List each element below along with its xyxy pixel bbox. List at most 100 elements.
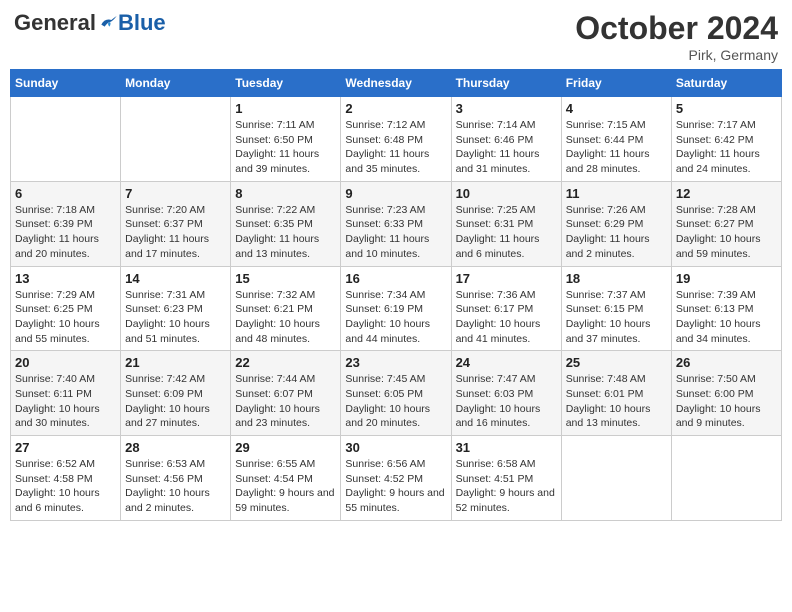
day-number: 27 — [15, 440, 116, 455]
day-number: 1 — [235, 101, 336, 116]
calendar-cell: 10 Sunrise: 7:25 AM Sunset: 6:31 PM Dayli… — [451, 181, 561, 266]
day-info: Sunrise: 7:23 AM Sunset: 6:33 PM Dayligh… — [345, 203, 446, 262]
calendar-cell: 30 Sunrise: 6:56 AM Sunset: 4:52 PM Dayli… — [341, 436, 451, 521]
day-number: 6 — [15, 186, 116, 201]
day-info: Sunrise: 7:42 AM Sunset: 6:09 PM Dayligh… — [125, 372, 226, 431]
calendar-cell: 18 Sunrise: 7:37 AM Sunset: 6:15 PM Dayli… — [561, 266, 671, 351]
day-number: 8 — [235, 186, 336, 201]
day-number: 3 — [456, 101, 557, 116]
day-info: Sunrise: 7:22 AM Sunset: 6:35 PM Dayligh… — [235, 203, 336, 262]
day-info: Sunrise: 6:56 AM Sunset: 4:52 PM Dayligh… — [345, 457, 446, 516]
calendar-cell: 25 Sunrise: 7:48 AM Sunset: 6:01 PM Dayli… — [561, 351, 671, 436]
day-number: 11 — [566, 186, 667, 201]
day-info: Sunrise: 7:48 AM Sunset: 6:01 PM Dayligh… — [566, 372, 667, 431]
calendar-cell: 14 Sunrise: 7:31 AM Sunset: 6:23 PM Dayli… — [121, 266, 231, 351]
day-info: Sunrise: 7:32 AM Sunset: 6:21 PM Dayligh… — [235, 288, 336, 347]
calendar: SundayMondayTuesdayWednesdayThursdayFrid… — [10, 69, 782, 521]
calendar-cell: 21Sunrise: 7:42 AM Sunset: 6:09 PM Dayli… — [121, 351, 231, 436]
calendar-cell — [11, 97, 121, 182]
day-info: Sunrise: 7:11 AM Sunset: 6:50 PM Dayligh… — [235, 118, 336, 177]
day-info: Sunrise: 7:18 AM Sunset: 6:39 PM Dayligh… — [15, 203, 116, 262]
header-day-saturday: Saturday — [671, 70, 781, 97]
day-number: 4 — [566, 101, 667, 116]
calendar-cell: 20Sunrise: 7:40 AM Sunset: 6:11 PM Dayli… — [11, 351, 121, 436]
header-day-friday: Friday — [561, 70, 671, 97]
day-number: 15 — [235, 271, 336, 286]
day-number: 23 — [345, 355, 446, 370]
day-number: 26 — [676, 355, 777, 370]
day-number: 9 — [345, 186, 446, 201]
logo: General Blue — [14, 10, 166, 36]
day-number: 22 — [235, 355, 336, 370]
calendar-header: SundayMondayTuesdayWednesdayThursdayFrid… — [11, 70, 782, 97]
day-number: 5 — [676, 101, 777, 116]
day-number: 30 — [345, 440, 446, 455]
calendar-cell: 29Sunrise: 6:55 AM Sunset: 4:54 PM Dayli… — [231, 436, 341, 521]
day-number: 14 — [125, 271, 226, 286]
header-day-tuesday: Tuesday — [231, 70, 341, 97]
calendar-cell: 17 Sunrise: 7:36 AM Sunset: 6:17 PM Dayli… — [451, 266, 561, 351]
header-day-sunday: Sunday — [11, 70, 121, 97]
day-info: Sunrise: 7:34 AM Sunset: 6:19 PM Dayligh… — [345, 288, 446, 347]
day-info: Sunrise: 7:50 AM Sunset: 6:00 PM Dayligh… — [676, 372, 777, 431]
day-info: Sunrise: 7:25 AM Sunset: 6:31 PM Dayligh… — [456, 203, 557, 262]
header-day-monday: Monday — [121, 70, 231, 97]
calendar-cell: 3 Sunrise: 7:14 AM Sunset: 6:46 PM Daylig… — [451, 97, 561, 182]
calendar-cell — [561, 436, 671, 521]
week-row-2: 6 Sunrise: 7:18 AM Sunset: 6:39 PM Daylig… — [11, 181, 782, 266]
day-info: Sunrise: 7:26 AM Sunset: 6:29 PM Dayligh… — [566, 203, 667, 262]
day-info: Sunrise: 7:37 AM Sunset: 6:15 PM Dayligh… — [566, 288, 667, 347]
day-info: Sunrise: 7:40 AM Sunset: 6:11 PM Dayligh… — [15, 372, 116, 431]
calendar-cell: 22Sunrise: 7:44 AM Sunset: 6:07 PM Dayli… — [231, 351, 341, 436]
day-info: Sunrise: 6:52 AM Sunset: 4:58 PM Dayligh… — [15, 457, 116, 516]
day-number: 18 — [566, 271, 667, 286]
calendar-cell: 11 Sunrise: 7:26 AM Sunset: 6:29 PM Dayli… — [561, 181, 671, 266]
calendar-cell — [121, 97, 231, 182]
calendar-cell: 13 Sunrise: 7:29 AM Sunset: 6:25 PM Dayli… — [11, 266, 121, 351]
calendar-cell: 1 Sunrise: 7:11 AM Sunset: 6:50 PM Daylig… — [231, 97, 341, 182]
calendar-cell: 12 Sunrise: 7:28 AM Sunset: 6:27 PM Dayli… — [671, 181, 781, 266]
header: General Blue October 2024 Pirk, Germany — [10, 10, 782, 63]
day-number: 28 — [125, 440, 226, 455]
calendar-cell: 6 Sunrise: 7:18 AM Sunset: 6:39 PM Daylig… — [11, 181, 121, 266]
calendar-cell: 15 Sunrise: 7:32 AM Sunset: 6:21 PM Dayli… — [231, 266, 341, 351]
day-info: Sunrise: 7:47 AM Sunset: 6:03 PM Dayligh… — [456, 372, 557, 431]
calendar-cell: 4Sunrise: 7:15 AM Sunset: 6:44 PM Daylig… — [561, 97, 671, 182]
day-info: Sunrise: 7:14 AM Sunset: 6:46 PM Dayligh… — [456, 118, 557, 177]
day-number: 25 — [566, 355, 667, 370]
day-info: Sunrise: 6:58 AM Sunset: 4:51 PM Dayligh… — [456, 457, 557, 516]
day-number: 7 — [125, 186, 226, 201]
month-title: October 2024 — [575, 10, 778, 47]
calendar-cell: 24Sunrise: 7:47 AM Sunset: 6:03 PM Dayli… — [451, 351, 561, 436]
day-info: Sunrise: 7:20 AM Sunset: 6:37 PM Dayligh… — [125, 203, 226, 262]
title-area: October 2024 Pirk, Germany — [575, 10, 778, 63]
day-number: 13 — [15, 271, 116, 286]
calendar-cell — [671, 436, 781, 521]
day-info: Sunrise: 6:55 AM Sunset: 4:54 PM Dayligh… — [235, 457, 336, 516]
day-number: 12 — [676, 186, 777, 201]
week-row-1: 1 Sunrise: 7:11 AM Sunset: 6:50 PM Daylig… — [11, 97, 782, 182]
calendar-cell: 28 Sunrise: 6:53 AM Sunset: 4:56 PM Dayli… — [121, 436, 231, 521]
calendar-cell: 9 Sunrise: 7:23 AM Sunset: 6:33 PM Daylig… — [341, 181, 451, 266]
calendar-cell: 31Sunrise: 6:58 AM Sunset: 4:51 PM Dayli… — [451, 436, 561, 521]
day-info: Sunrise: 7:36 AM Sunset: 6:17 PM Dayligh… — [456, 288, 557, 347]
week-row-3: 13 Sunrise: 7:29 AM Sunset: 6:25 PM Dayli… — [11, 266, 782, 351]
day-info: Sunrise: 7:39 AM Sunset: 6:13 PM Dayligh… — [676, 288, 777, 347]
day-number: 10 — [456, 186, 557, 201]
location: Pirk, Germany — [575, 47, 778, 63]
calendar-cell: 7 Sunrise: 7:20 AM Sunset: 6:37 PM Daylig… — [121, 181, 231, 266]
logo-general-text: General — [14, 10, 96, 36]
calendar-body: 1 Sunrise: 7:11 AM Sunset: 6:50 PM Daylig… — [11, 97, 782, 521]
day-info: Sunrise: 7:29 AM Sunset: 6:25 PM Dayligh… — [15, 288, 116, 347]
calendar-cell: 19Sunrise: 7:39 AM Sunset: 6:13 PM Dayli… — [671, 266, 781, 351]
day-number: 16 — [345, 271, 446, 286]
day-info: Sunrise: 7:31 AM Sunset: 6:23 PM Dayligh… — [125, 288, 226, 347]
day-info: Sunrise: 7:45 AM Sunset: 6:05 PM Dayligh… — [345, 372, 446, 431]
week-row-5: 27 Sunrise: 6:52 AM Sunset: 4:58 PM Dayli… — [11, 436, 782, 521]
calendar-cell: 23 Sunrise: 7:45 AM Sunset: 6:05 PM Dayli… — [341, 351, 451, 436]
calendar-cell: 27 Sunrise: 6:52 AM Sunset: 4:58 PM Dayli… — [11, 436, 121, 521]
day-info: Sunrise: 6:53 AM Sunset: 4:56 PM Dayligh… — [125, 457, 226, 516]
day-info: Sunrise: 7:28 AM Sunset: 6:27 PM Dayligh… — [676, 203, 777, 262]
day-number: 17 — [456, 271, 557, 286]
calendar-cell: 2Sunrise: 7:12 AM Sunset: 6:48 PM Daylig… — [341, 97, 451, 182]
